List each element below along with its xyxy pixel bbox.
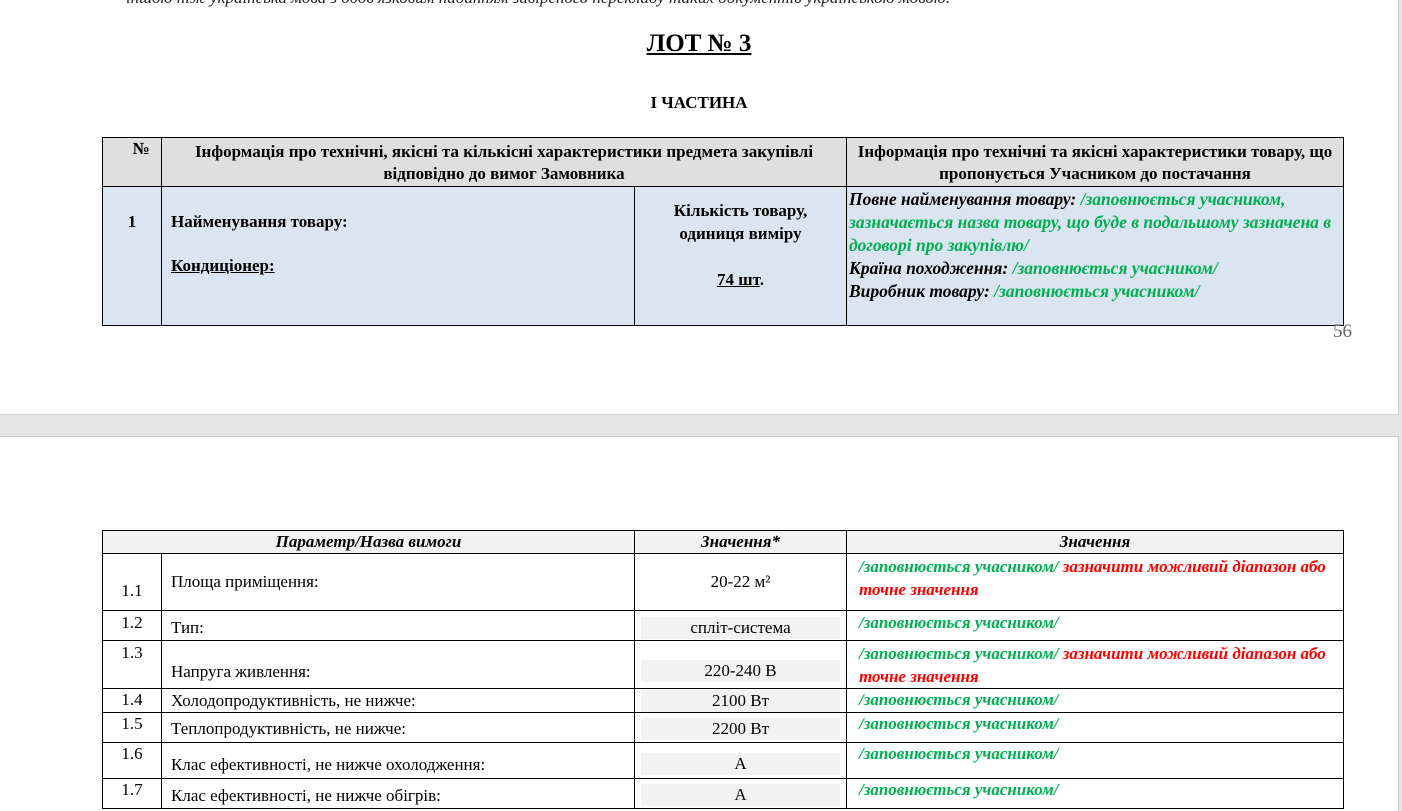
row-num: 1.6 bbox=[102, 742, 162, 779]
table-header-row: № Інформація про технічні, якісні та кіл… bbox=[102, 137, 1344, 187]
header-customer-info: Інформація про технічні, якісні та кільк… bbox=[161, 137, 847, 187]
document-page-56: іншою ніж українська мова з обов'язковим… bbox=[0, 0, 1399, 415]
value-offered-cell: /заповнюється учасником/ зазначити можли… bbox=[846, 553, 1344, 611]
product-name-cell: Найменування товару: Кондиціонер: bbox=[161, 186, 635, 326]
table-row: 1.3 Напруга живлення: 220-240 В /заповню… bbox=[102, 640, 1344, 689]
maker-line: Виробник товару: /заповнюється учасником… bbox=[849, 280, 1339, 303]
quantity-label: Кількість товару, одиниця виміру bbox=[673, 201, 808, 243]
page-number: 56 bbox=[1333, 321, 1352, 342]
lot-title: ЛОТ № 3 bbox=[646, 30, 752, 57]
fill-hint: /заповнюється учасником/ bbox=[859, 690, 1059, 709]
value-required-cell: 220-240 В bbox=[634, 640, 847, 689]
row-num: 1.5 bbox=[102, 712, 162, 743]
param-name: Клас ефективності, не нижче обігрів: bbox=[161, 778, 635, 809]
table-row: 1.6 Клас ефективності, не нижче охолодже… bbox=[102, 742, 1344, 779]
fill-hint: /заповнюється учасником/ bbox=[859, 714, 1059, 733]
value-required-cell: 20-22 м² bbox=[634, 553, 847, 611]
table-row: 1.4 Холодопродуктивність, не нижче: 2100… bbox=[102, 688, 1344, 713]
document-page-57: Параметр/Назва вимоги Значення* Значення… bbox=[0, 436, 1399, 811]
part-title: І ЧАСТИНА bbox=[650, 93, 748, 112]
row-number-text: 1 bbox=[127, 212, 137, 231]
value-offered-cell: /заповнюється учасником/ зазначити можли… bbox=[846, 640, 1344, 689]
value-required: 2100 Вт bbox=[641, 689, 840, 712]
quantity-value-line: 74 шт. bbox=[635, 268, 846, 291]
row-num: 1.3 bbox=[102, 640, 162, 689]
value-required: 20-22 м² bbox=[710, 572, 771, 591]
value-offered-cell: /заповнюється учасником/ bbox=[846, 712, 1344, 743]
value-required-cell: A bbox=[634, 742, 847, 779]
header-value-required: Значення* bbox=[634, 530, 847, 554]
param-name: Клас ефективності, не нижче охолодження: bbox=[161, 742, 635, 779]
row-number: 1 bbox=[102, 186, 162, 326]
fill-hint: /заповнюється учасником/ bbox=[859, 644, 1059, 663]
table-row: 1.1 Площа приміщення: 20-22 м² /заповнює… bbox=[102, 553, 1344, 611]
quantity-suffix: . bbox=[759, 270, 764, 289]
country-label: Країна походження: bbox=[849, 258, 1009, 278]
fill-hint: /заповнюється учасником/ bbox=[859, 613, 1059, 632]
header-value-offered: Значення bbox=[846, 530, 1344, 554]
value-required: A bbox=[641, 784, 840, 806]
header-num: № bbox=[102, 137, 162, 187]
country-line: Країна походження: /заповнюється учасник… bbox=[849, 257, 1339, 280]
maker-hint: /заповнюється учасником/ bbox=[994, 281, 1200, 301]
quantity-value: 74 шт bbox=[717, 270, 760, 289]
value-offered-cell: /заповнюється учасником/ bbox=[846, 610, 1344, 641]
product-name-label: Найменування товару: bbox=[171, 212, 348, 231]
lot-summary-table: № Інформація про технічні, якісні та кіл… bbox=[102, 137, 1344, 326]
value-required: спліт-система bbox=[641, 616, 840, 639]
participant-info-cell: Повне найменування товару: /заповнюється… bbox=[846, 186, 1344, 326]
value-required: 220-240 В bbox=[641, 659, 840, 682]
row-num: 1.4 bbox=[102, 688, 162, 713]
maker-label: Виробник товару: bbox=[849, 281, 990, 301]
value-required-cell: A bbox=[634, 778, 847, 809]
previous-text-line: іншою ніж українська мова з обов'язковим… bbox=[126, 0, 950, 8]
table-row: 1 Найменування товару: Кондиціонер: Кіль… bbox=[102, 186, 1344, 326]
parameters-header-row: Параметр/Назва вимоги Значення* Значення bbox=[102, 530, 1344, 554]
row-num: 1.7 bbox=[102, 778, 162, 809]
table-row: 1.7 Клас ефективності, не нижче обігрів:… bbox=[102, 778, 1344, 809]
row-num: 1.2 bbox=[102, 610, 162, 641]
fill-hint: /заповнюється учасником/ bbox=[859, 780, 1059, 799]
full-name-label: Повне найменування товару: bbox=[849, 189, 1077, 209]
value-offered-cell: /заповнюється учасником/ bbox=[846, 688, 1344, 713]
fill-hint: /заповнюється учасником/ bbox=[859, 557, 1059, 576]
param-name: Тип: bbox=[161, 610, 635, 641]
table-row: 1.2 Тип: спліт-система /заповнюється уча… bbox=[102, 610, 1344, 641]
full-name-line: Повне найменування товару: /заповнюється… bbox=[849, 188, 1339, 257]
param-name: Теплопродуктивність, не нижче: bbox=[161, 712, 635, 743]
country-hint: /заповнюється учасником/ bbox=[1012, 258, 1218, 278]
param-name: Холодопродуктивність, не нижче: bbox=[161, 688, 635, 713]
param-name: Площа приміщення: bbox=[161, 553, 635, 611]
value-required-cell: спліт-система bbox=[634, 610, 847, 641]
fill-hint: /заповнюється учасником/ bbox=[859, 744, 1059, 763]
param-name: Напруга живлення: bbox=[161, 640, 635, 689]
value-required: A bbox=[641, 752, 840, 775]
value-required-cell: 2200 Вт bbox=[634, 712, 847, 743]
value-required: 2200 Вт bbox=[641, 718, 840, 740]
value-offered-cell: /заповнюється учасником/ bbox=[846, 778, 1344, 809]
value-required-cell: 2100 Вт bbox=[634, 688, 847, 713]
quantity-cell: Кількість товару, одиниця виміру 74 шт. bbox=[634, 186, 847, 326]
header-param: Параметр/Назва вимоги bbox=[102, 530, 635, 554]
value-offered-cell: /заповнюється учасником/ bbox=[846, 742, 1344, 779]
header-participant-info: Інформація про технічні та якісні характ… bbox=[846, 137, 1344, 187]
parameters-table: Параметр/Назва вимоги Значення* Значення… bbox=[102, 530, 1344, 809]
row-num: 1.1 bbox=[102, 553, 162, 611]
product-name-value: Кондиціонер: bbox=[171, 256, 275, 275]
table-row: 1.5 Теплопродуктивність, не нижче: 2200 … bbox=[102, 712, 1344, 743]
